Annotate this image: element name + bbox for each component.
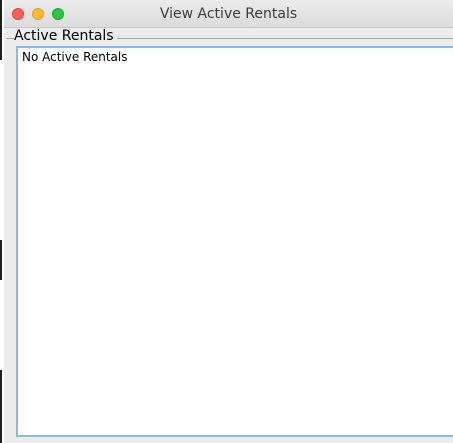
window-content: Active Rentals No Active Rentals [4, 28, 453, 443]
group-title: Active Rentals [14, 28, 117, 45]
window-title: View Active Rentals [159, 6, 298, 22]
empty-list-message: No Active Rentals [22, 50, 128, 64]
view-active-rentals-window: View Active Rentals Active Rentals No Ac… [4, 0, 453, 443]
title-bar[interactable]: View Active Rentals [4, 0, 453, 28]
screenshot-root: View Active Rentals Active Rentals No Ac… [0, 0, 453, 443]
active-rentals-list[interactable]: No Active Rentals [16, 46, 453, 437]
edge-mark [0, 0, 2, 60]
screen-edge [0, 0, 3, 443]
edge-mark [0, 240, 2, 280]
group-header: Active Rentals [4, 28, 453, 45]
edge-mark [0, 370, 2, 443]
